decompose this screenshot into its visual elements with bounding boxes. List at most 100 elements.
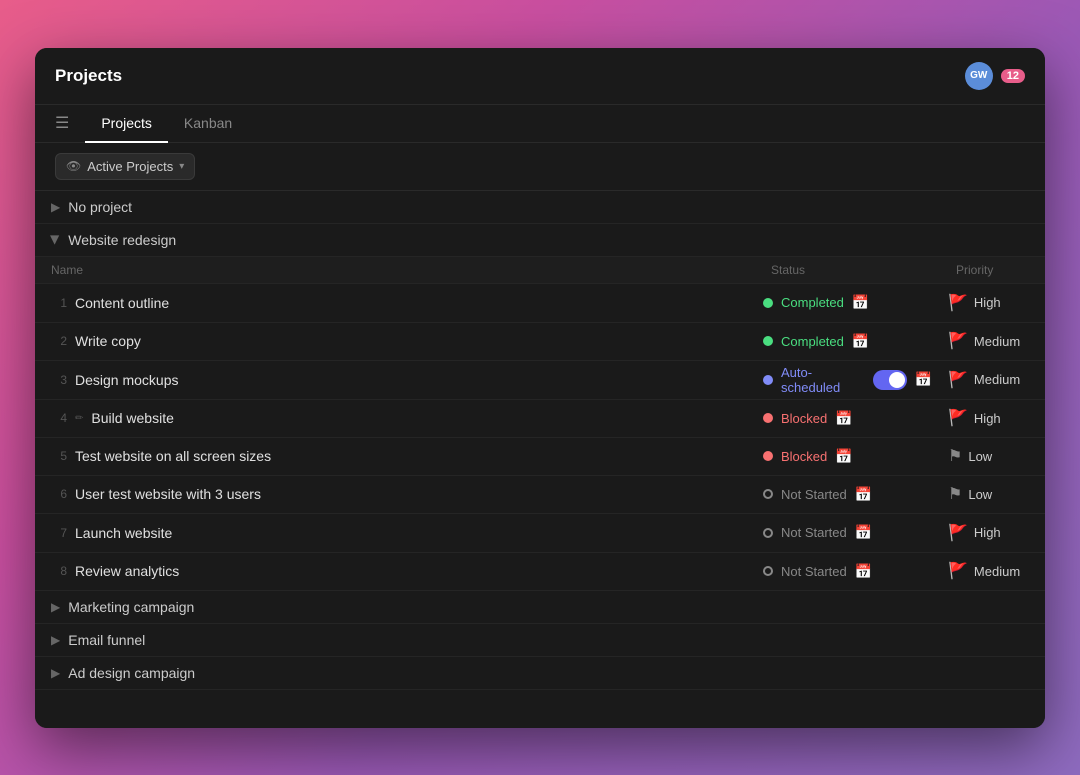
flag-icon: 🚩 [948, 408, 968, 428]
chevron-right-icon: ▶ [51, 633, 60, 647]
priority-text: Medium [974, 372, 1020, 387]
status-cell: Blocked 📅 [755, 444, 940, 469]
task-number: 6 [51, 487, 67, 501]
table-row: 6 User test website with 3 users Not Sta… [35, 476, 1045, 514]
task-name[interactable]: Design mockups [75, 372, 179, 388]
duration-cell: 1h 30m [1040, 284, 1045, 322]
filter-label: Active Projects [87, 159, 173, 174]
duration-cell: 4h [1040, 483, 1045, 506]
calendar-icon[interactable]: 📅 [852, 333, 869, 350]
avatar[interactable]: GW [965, 62, 993, 90]
group-email-funnel[interactable]: ▶ Email funnel [35, 624, 1045, 657]
chevron-right-icon: ▶ [51, 200, 60, 214]
menu-icon[interactable]: ☰ [55, 113, 69, 133]
priority-text: Low [968, 487, 992, 502]
group-website-redesign[interactable]: ▶ Website redesign [35, 224, 1045, 257]
toggle-knob [889, 372, 905, 388]
task-name[interactable]: User test website with 3 users [75, 486, 261, 502]
calendar-icon[interactable]: 📅 [852, 294, 869, 311]
calendar-icon[interactable]: 📅 [835, 410, 852, 427]
task-number: 5 [51, 449, 67, 463]
status-dot [763, 413, 773, 423]
task-name-cell: 6 User test website with 3 users [35, 478, 755, 510]
flag-icon: 🚩 [948, 523, 968, 543]
priority-text: High [974, 411, 1001, 426]
task-name-cell: 4 ✏ Build website [35, 402, 755, 434]
group-marketing-campaign[interactable]: ▶ Marketing campaign [35, 591, 1045, 624]
status-dot [763, 489, 773, 499]
task-number: 7 [51, 526, 67, 540]
task-name[interactable]: Content outline [75, 295, 169, 311]
status-dot [763, 528, 773, 538]
duration-cell: 2h [1040, 368, 1045, 391]
task-name[interactable]: Launch website [75, 525, 172, 541]
group-name: Email funnel [68, 632, 145, 648]
table-row: 5 Test website on all screen sizes Block… [35, 438, 1045, 476]
priority-cell: 🚩 High [940, 289, 1040, 317]
tab-projects[interactable]: Projects [85, 105, 168, 143]
task-number: 3 [51, 373, 67, 387]
status-text: Not Started [781, 487, 847, 502]
auto-schedule-toggle[interactable] [873, 370, 907, 390]
chevron-down-icon: ▶ [49, 235, 63, 244]
status-text: Completed [781, 334, 844, 349]
task-name[interactable]: Build website [91, 410, 174, 426]
status-dot [763, 566, 773, 576]
calendar-icon[interactable]: 📅 [855, 486, 872, 503]
status-text: Completed [781, 295, 844, 310]
calendar-icon[interactable]: 📅 [855, 524, 872, 541]
priority-cell: 🚩 Medium [940, 327, 1040, 355]
table-row: 4 ✏ Build website Blocked 📅 🚩 High 3h [35, 400, 1045, 438]
priority-cell: 🚩 High [940, 404, 1040, 432]
tab-kanban[interactable]: Kanban [168, 105, 248, 143]
priority-text: Medium [974, 564, 1020, 579]
priority-cell: 🚩 Medium [940, 366, 1040, 394]
task-name[interactable]: Write copy [75, 333, 141, 349]
task-number: 2 [51, 334, 67, 348]
priority-text: High [974, 525, 1001, 540]
active-projects-filter[interactable]: 👁 Active Projects ▾ [55, 153, 195, 180]
title-bar-left: Projects [55, 66, 122, 86]
pencil-icon: ✏ [75, 413, 83, 424]
group-name: Website redesign [68, 232, 176, 248]
col-name-header: Name [51, 263, 771, 277]
calendar-icon[interactable]: 📅 [915, 371, 932, 388]
duration-cell: 1h [1040, 560, 1045, 583]
task-name[interactable]: Test website on all screen sizes [75, 448, 271, 464]
task-name-cell: 1 Content outline [35, 287, 755, 319]
notification-badge: 12 [1001, 69, 1025, 83]
chevron-right-icon: ▶ [51, 600, 60, 614]
toolbar: 👁 Active Projects ▾ [35, 143, 1045, 191]
priority-cell: 🚩 High [940, 519, 1040, 547]
task-name[interactable]: Review analytics [75, 563, 179, 579]
status-text: Auto-scheduled [781, 365, 865, 395]
duration-cell: 1h [1040, 445, 1045, 468]
group-ad-design-campaign[interactable]: ▶ Ad design campaign [35, 657, 1045, 690]
table-row: 8 Review analytics Not Started 📅 🚩 Mediu… [35, 553, 1045, 591]
group-name: No project [68, 199, 132, 215]
duration-cell: 30 min [1040, 514, 1045, 552]
flag-icon: ⚑ [948, 484, 962, 504]
flag-icon: 🚩 [948, 370, 968, 390]
priority-cell: ⚑ Low [940, 442, 1040, 470]
calendar-icon[interactable]: 📅 [855, 563, 872, 580]
task-number: 8 [51, 564, 67, 578]
content-area: ▶ No project ▶ Website redesign Name Sta… [35, 191, 1045, 728]
task-name-cell: 5 Test website on all screen sizes [35, 440, 755, 472]
table-row: 3 Design mockups Auto-scheduled 📅 🚩 Medi… [35, 361, 1045, 400]
status-dot [763, 375, 773, 385]
tab-bar: ☰ Projects Kanban [35, 105, 1045, 143]
title-bar: Projects GW 12 [35, 48, 1045, 105]
status-cell: Not Started 📅 [755, 520, 940, 545]
status-cell: Not Started 📅 [755, 559, 940, 584]
status-cell: Completed 📅 [755, 290, 940, 315]
status-text: Not Started [781, 525, 847, 540]
task-name-cell: 2 Write copy [35, 325, 755, 357]
eye-icon: 👁 [66, 159, 81, 173]
status-text: Blocked [781, 449, 827, 464]
calendar-icon[interactable]: 📅 [835, 448, 852, 465]
flag-icon: 🚩 [948, 293, 968, 313]
status-text: Not Started [781, 564, 847, 579]
status-cell: Auto-scheduled 📅 [755, 361, 940, 399]
group-no-project[interactable]: ▶ No project [35, 191, 1045, 224]
